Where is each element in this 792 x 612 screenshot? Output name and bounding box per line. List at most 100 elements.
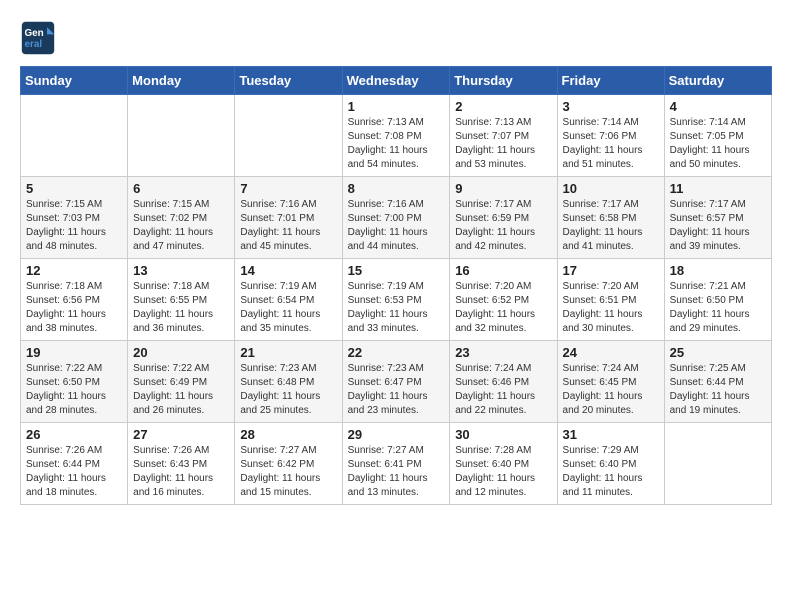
calendar-cell: 3Sunrise: 7:14 AM Sunset: 7:06 PM Daylig…: [557, 95, 664, 177]
day-number: 24: [563, 345, 659, 360]
calendar-cell: 2 Sunrise: 7:13 AM Sunset: 7:07 PM Daylig…: [450, 95, 557, 177]
svg-text:eral: eral: [25, 39, 43, 50]
page-header: Gen eral: [20, 20, 772, 56]
day-info: Sunrise: 7:19 AM Sunset: 6:53 PM Dayligh…: [348, 280, 445, 336]
calendar-cell: 13 Sunrise: 7:18 AM Sunset: 6:55 PM Dayli…: [128, 259, 235, 341]
calendar-week-5: 26Sunrise: 7:26 AM Sunset: 6:44 PM Dayli…: [21, 423, 772, 505]
day-info: Sunrise: 7:24 AM Sunset: 6:45 PM Dayligh…: [563, 362, 659, 418]
calendar-cell: 4 Sunrise: 7:14 AM Sunset: 7:05 PM Daylig…: [664, 95, 771, 177]
calendar-cell: 11 Sunrise: 7:17 AM Sunset: 6:57 PM Dayli…: [664, 177, 771, 259]
day-info: Sunrise: 7:16 AM Sunset: 7:01 PM Dayligh…: [240, 198, 336, 254]
calendar-week-4: 19 Sunrise: 7:22 AM Sunset: 6:50 PM Dayli…: [21, 341, 772, 423]
weekday-header-tuesday: Tuesday: [235, 67, 342, 95]
day-info: Sunrise: 7:17 AM Sunset: 6:58 PM Dayligh…: [563, 198, 659, 254]
day-number: 27: [133, 427, 229, 442]
calendar-cell: [21, 95, 128, 177]
day-info: Sunrise: 7:19 AM Sunset: 6:54 PM Dayligh…: [240, 280, 336, 336]
svg-text:Gen: Gen: [25, 28, 44, 39]
weekday-header-wednesday: Wednesday: [342, 67, 450, 95]
day-number: 23: [455, 345, 551, 360]
day-info: Sunrise: 7:15 AM Sunset: 7:03 PM Dayligh…: [26, 198, 122, 254]
calendar-cell: 23 Sunrise: 7:24 AM Sunset: 6:46 PM Dayli…: [450, 341, 557, 423]
calendar-cell: 26Sunrise: 7:26 AM Sunset: 6:44 PM Dayli…: [21, 423, 128, 505]
day-number: 1: [348, 99, 445, 114]
calendar-cell: 22Sunrise: 7:23 AM Sunset: 6:47 PM Dayli…: [342, 341, 450, 423]
weekday-header-monday: Monday: [128, 67, 235, 95]
calendar-cell: 27 Sunrise: 7:26 AM Sunset: 6:43 PM Dayli…: [128, 423, 235, 505]
calendar-cell: 7Sunrise: 7:16 AM Sunset: 7:01 PM Daylig…: [235, 177, 342, 259]
day-info: Sunrise: 7:18 AM Sunset: 6:56 PM Dayligh…: [26, 280, 122, 336]
day-number: 4: [670, 99, 766, 114]
day-number: 31: [563, 427, 659, 442]
calendar-week-1: 1 Sunrise: 7:13 AM Sunset: 7:08 PM Daylig…: [21, 95, 772, 177]
day-number: 26: [26, 427, 122, 442]
day-number: 9: [455, 181, 551, 196]
calendar-cell: 15 Sunrise: 7:19 AM Sunset: 6:53 PM Dayli…: [342, 259, 450, 341]
day-number: 3: [563, 99, 659, 114]
day-info: Sunrise: 7:18 AM Sunset: 6:55 PM Dayligh…: [133, 280, 229, 336]
day-info: Sunrise: 7:15 AM Sunset: 7:02 PM Dayligh…: [133, 198, 229, 254]
day-info: Sunrise: 7:23 AM Sunset: 6:48 PM Dayligh…: [240, 362, 336, 418]
calendar: SundayMondayTuesdayWednesdayThursdayFrid…: [20, 66, 772, 505]
calendar-cell: 20 Sunrise: 7:22 AM Sunset: 6:49 PM Dayli…: [128, 341, 235, 423]
day-info: Sunrise: 7:14 AM Sunset: 7:05 PM Dayligh…: [670, 116, 766, 172]
day-info: Sunrise: 7:24 AM Sunset: 6:46 PM Dayligh…: [455, 362, 551, 418]
calendar-cell: 8Sunrise: 7:16 AM Sunset: 7:00 PM Daylig…: [342, 177, 450, 259]
day-info: Sunrise: 7:13 AM Sunset: 7:07 PM Dayligh…: [455, 116, 551, 172]
day-number: 21: [240, 345, 336, 360]
calendar-cell: [235, 95, 342, 177]
calendar-week-3: 12 Sunrise: 7:18 AM Sunset: 6:56 PM Dayli…: [21, 259, 772, 341]
day-number: 30: [455, 427, 551, 442]
day-info: Sunrise: 7:13 AM Sunset: 7:08 PM Dayligh…: [348, 116, 445, 172]
calendar-cell: 10Sunrise: 7:17 AM Sunset: 6:58 PM Dayli…: [557, 177, 664, 259]
day-number: 11: [670, 181, 766, 196]
day-number: 25: [670, 345, 766, 360]
calendar-cell: 6Sunrise: 7:15 AM Sunset: 7:02 PM Daylig…: [128, 177, 235, 259]
calendar-cell: 29 Sunrise: 7:27 AM Sunset: 6:41 PM Dayli…: [342, 423, 450, 505]
logo-icon: Gen eral: [20, 20, 56, 56]
calendar-cell: 5Sunrise: 7:15 AM Sunset: 7:03 PM Daylig…: [21, 177, 128, 259]
calendar-cell: 18Sunrise: 7:21 AM Sunset: 6:50 PM Dayli…: [664, 259, 771, 341]
calendar-week-2: 5Sunrise: 7:15 AM Sunset: 7:03 PM Daylig…: [21, 177, 772, 259]
day-number: 20: [133, 345, 229, 360]
day-info: Sunrise: 7:29 AM Sunset: 6:40 PM Dayligh…: [563, 444, 659, 500]
calendar-cell: 19 Sunrise: 7:22 AM Sunset: 6:50 PM Dayli…: [21, 341, 128, 423]
calendar-cell: 1 Sunrise: 7:13 AM Sunset: 7:08 PM Daylig…: [342, 95, 450, 177]
calendar-cell: 28Sunrise: 7:27 AM Sunset: 6:42 PM Dayli…: [235, 423, 342, 505]
weekday-header-sunday: Sunday: [21, 67, 128, 95]
day-number: 22: [348, 345, 445, 360]
day-info: Sunrise: 7:20 AM Sunset: 6:52 PM Dayligh…: [455, 280, 551, 336]
day-number: 18: [670, 263, 766, 278]
calendar-cell: 21 Sunrise: 7:23 AM Sunset: 6:48 PM Dayli…: [235, 341, 342, 423]
day-info: Sunrise: 7:22 AM Sunset: 6:49 PM Dayligh…: [133, 362, 229, 418]
day-number: 14: [240, 263, 336, 278]
day-info: Sunrise: 7:22 AM Sunset: 6:50 PM Dayligh…: [26, 362, 122, 418]
day-info: Sunrise: 7:20 AM Sunset: 6:51 PM Dayligh…: [563, 280, 659, 336]
calendar-cell: 14 Sunrise: 7:19 AM Sunset: 6:54 PM Dayli…: [235, 259, 342, 341]
calendar-cell: 9Sunrise: 7:17 AM Sunset: 6:59 PM Daylig…: [450, 177, 557, 259]
logo: Gen eral: [20, 20, 62, 56]
day-info: Sunrise: 7:25 AM Sunset: 6:44 PM Dayligh…: [670, 362, 766, 418]
day-info: Sunrise: 7:28 AM Sunset: 6:40 PM Dayligh…: [455, 444, 551, 500]
weekday-header-thursday: Thursday: [450, 67, 557, 95]
day-info: Sunrise: 7:16 AM Sunset: 7:00 PM Dayligh…: [348, 198, 445, 254]
calendar-cell: [128, 95, 235, 177]
day-number: 12: [26, 263, 122, 278]
day-info: Sunrise: 7:27 AM Sunset: 6:42 PM Dayligh…: [240, 444, 336, 500]
calendar-cell: 17 Sunrise: 7:20 AM Sunset: 6:51 PM Dayli…: [557, 259, 664, 341]
weekday-header-friday: Friday: [557, 67, 664, 95]
calendar-header-row: SundayMondayTuesdayWednesdayThursdayFrid…: [21, 67, 772, 95]
calendar-cell: 24 Sunrise: 7:24 AM Sunset: 6:45 PM Dayli…: [557, 341, 664, 423]
day-number: 2: [455, 99, 551, 114]
day-info: Sunrise: 7:26 AM Sunset: 6:43 PM Dayligh…: [133, 444, 229, 500]
day-number: 13: [133, 263, 229, 278]
day-number: 17: [563, 263, 659, 278]
day-info: Sunrise: 7:27 AM Sunset: 6:41 PM Dayligh…: [348, 444, 445, 500]
calendar-cell: 31 Sunrise: 7:29 AM Sunset: 6:40 PM Dayli…: [557, 423, 664, 505]
calendar-cell: [664, 423, 771, 505]
day-info: Sunrise: 7:17 AM Sunset: 6:57 PM Dayligh…: [670, 198, 766, 254]
day-number: 29: [348, 427, 445, 442]
day-number: 19: [26, 345, 122, 360]
day-number: 15: [348, 263, 445, 278]
calendar-cell: 16Sunrise: 7:20 AM Sunset: 6:52 PM Dayli…: [450, 259, 557, 341]
